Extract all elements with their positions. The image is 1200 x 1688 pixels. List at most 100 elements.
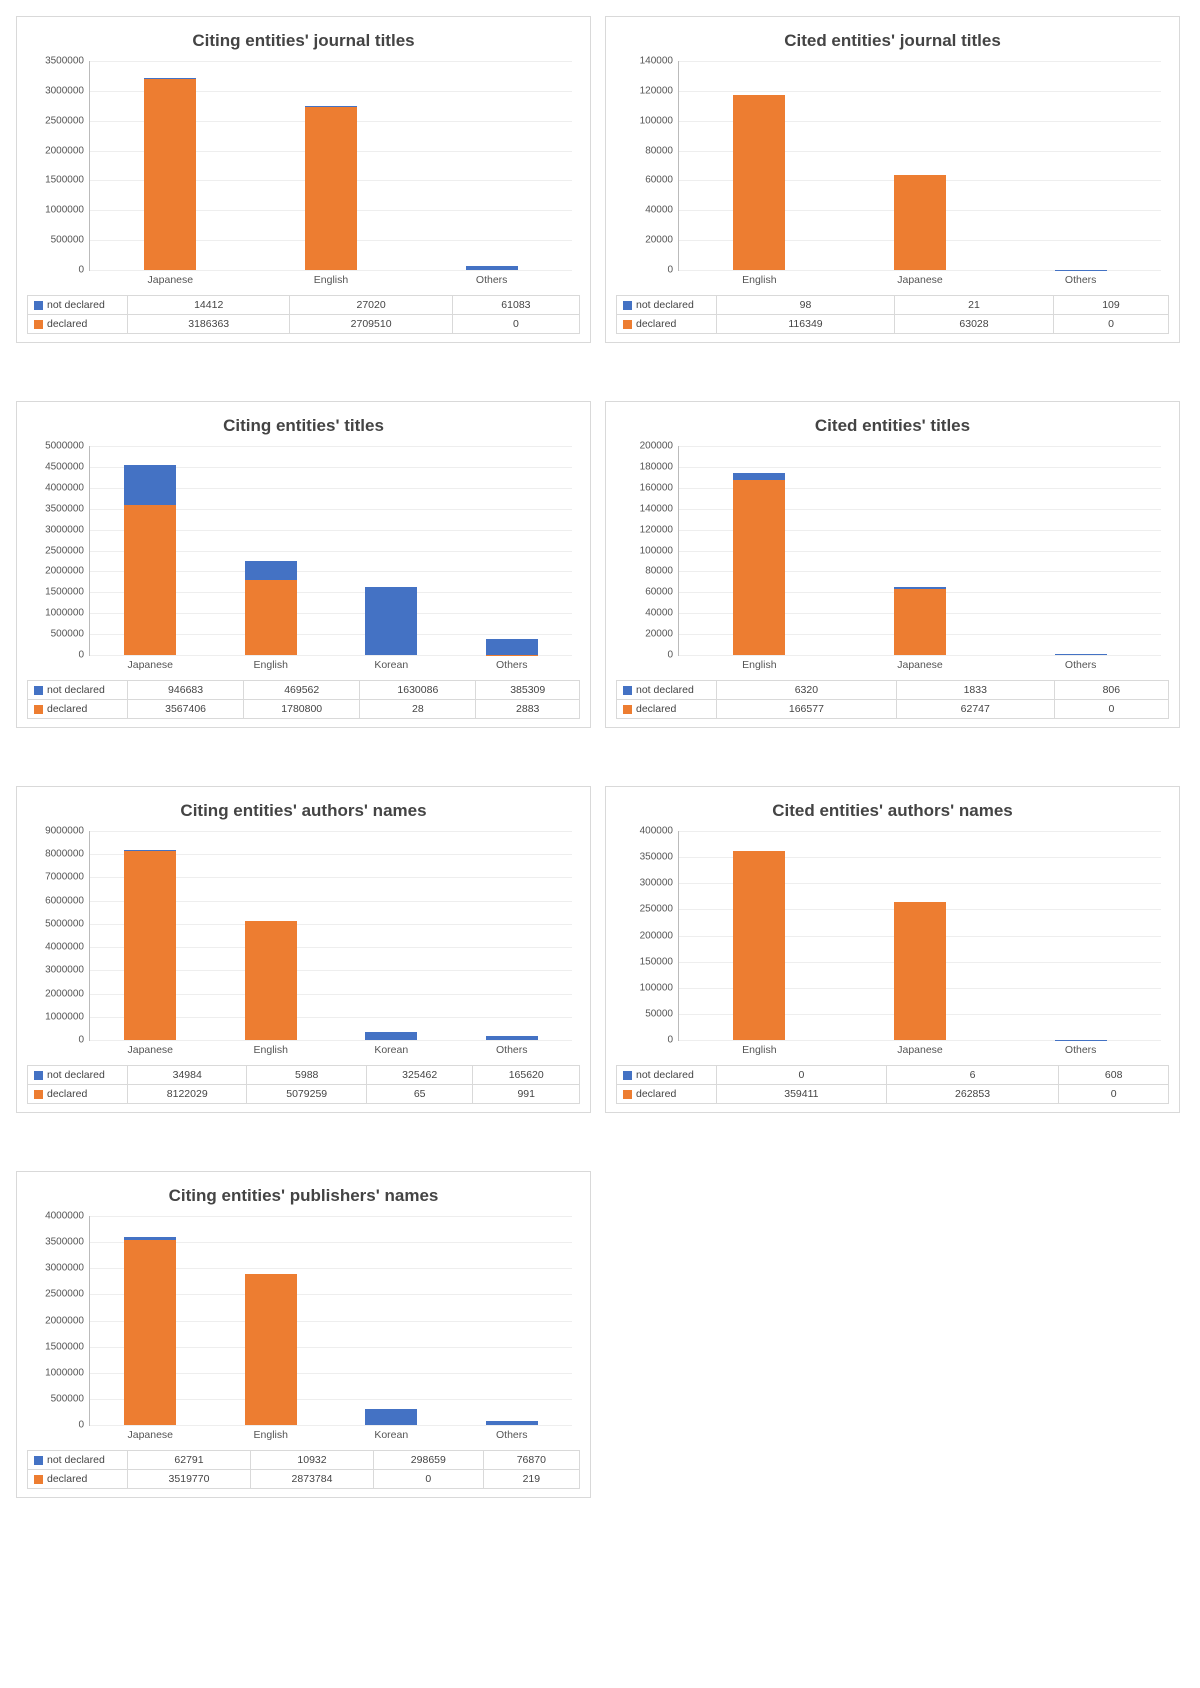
y-tick-label: 2500000 [45, 545, 90, 556]
bar-stack [124, 850, 176, 1040]
bar-cell: Japanese [90, 446, 211, 655]
bar-cell: Japanese [90, 831, 211, 1040]
series-label: not declared [636, 299, 694, 311]
bar-cell: Others [452, 831, 573, 1040]
category-label: Others [496, 655, 528, 671]
y-tick-label: 20000 [645, 629, 679, 640]
data-table: not declared9466834695621630086385309dec… [27, 680, 580, 719]
table-cell: 6320 [717, 681, 897, 700]
bar-stack [894, 902, 946, 1040]
table-cell: 219 [483, 1470, 579, 1489]
chart-panel-0: Citing entities' journal titles050000010… [16, 16, 591, 343]
y-tick-label: 2500000 [45, 115, 90, 126]
y-tick-label: 400000 [640, 826, 679, 837]
table-cell: 10932 [251, 1451, 374, 1470]
chart-title: Citing entities' titles [27, 416, 580, 436]
bars-container: JapaneseEnglishKoreanOthers [90, 1216, 572, 1425]
y-tick-label: 2000000 [45, 988, 90, 999]
y-tick-label: 200000 [640, 441, 679, 452]
series-label: declared [47, 703, 87, 715]
data-table: not declared144122702061083declared31863… [27, 295, 580, 334]
bar-cell: English [679, 831, 840, 1040]
bar-segment-not-declared [733, 473, 785, 480]
table-rowhead: not declared [28, 1066, 128, 1085]
y-tick-label: 20000 [645, 235, 679, 246]
bar-cell: Others [1000, 446, 1161, 655]
table-cell: 21 [895, 296, 1054, 315]
plot-area: 0100000020000003000000400000050000006000… [89, 831, 572, 1041]
table-cell: 1833 [896, 681, 1054, 700]
chart-title: Citing entities' authors' names [27, 801, 580, 821]
y-tick-label: 8000000 [45, 849, 90, 860]
bar-stack [365, 1409, 417, 1425]
bar-stack [365, 1032, 417, 1040]
table-row: not declared349845988325462165620 [28, 1066, 580, 1085]
table-cell: 298659 [374, 1451, 484, 1470]
table-cell: 806 [1054, 681, 1168, 700]
y-tick-label: 9000000 [45, 826, 90, 837]
y-tick-label: 60000 [645, 175, 679, 186]
legend-swatch-not-declared [34, 1456, 43, 1465]
y-tick-label: 7000000 [45, 872, 90, 883]
y-tick-label: 250000 [640, 904, 679, 915]
legend-swatch-declared [623, 320, 632, 329]
data-table: not declared9821109declared116349630280 [616, 295, 1169, 334]
table-cell: 5079259 [247, 1085, 366, 1104]
table-row: declared116349630280 [617, 315, 1169, 334]
y-tick-label: 3500000 [45, 503, 90, 514]
bars-container: JapaneseEnglishKoreanOthers [90, 446, 572, 655]
table-cell: 262853 [886, 1085, 1059, 1104]
table-rowhead: declared [28, 1470, 128, 1489]
series-label: declared [47, 318, 87, 330]
series-label: not declared [47, 684, 105, 696]
charts-grid: Citing entities' journal titles050000010… [16, 16, 1184, 1538]
bar-stack [733, 473, 785, 655]
category-label: English [314, 270, 348, 286]
bars-container: EnglishJapaneseOthers [679, 831, 1161, 1040]
table-cell: 3519770 [128, 1470, 251, 1489]
y-tick-label: 3000000 [45, 524, 90, 535]
bar-cell: English [251, 61, 412, 270]
table-rowhead: not declared [28, 1451, 128, 1470]
y-tick-label: 180000 [640, 461, 679, 472]
table-row: declared318636327095100 [28, 315, 580, 334]
bars-container: JapaneseEnglishOthers [90, 61, 572, 270]
bar-cell: English [211, 446, 332, 655]
bar-segment-declared [894, 589, 946, 655]
row-4: Citing entities' publishers' names050000… [16, 1171, 1184, 1498]
table-row: not declared06608 [617, 1066, 1169, 1085]
y-tick-label: 1000000 [45, 1011, 90, 1022]
table-cell: 0 [374, 1470, 484, 1489]
bar-segment-declared [894, 902, 946, 1040]
table-cell: 62791 [128, 1451, 251, 1470]
legend-swatch-not-declared [34, 686, 43, 695]
legend-swatch-not-declared [623, 686, 632, 695]
bar-segment-declared [733, 480, 785, 655]
y-tick-label: 140000 [640, 503, 679, 514]
series-label: not declared [47, 299, 105, 311]
table-row: declared166577627470 [617, 700, 1169, 719]
bar-stack [486, 639, 538, 655]
bar-segment-declared [124, 1240, 176, 1425]
bar-cell: Japanese [90, 61, 251, 270]
table-cell: 0 [1053, 315, 1168, 334]
table-rowhead: not declared [28, 681, 128, 700]
category-label: English [254, 1040, 288, 1056]
table-cell: 1780800 [244, 700, 360, 719]
y-tick-label: 3000000 [45, 965, 90, 976]
y-tick-label: 1500000 [45, 587, 90, 598]
legend-swatch-not-declared [623, 1071, 632, 1080]
bar-cell: English [679, 446, 840, 655]
table-rowhead: not declared [28, 296, 128, 315]
table-cell: 5988 [247, 1066, 366, 1085]
bar-cell: Japanese [840, 446, 1001, 655]
table-cell: 0 [452, 315, 579, 334]
y-tick-label: 5000000 [45, 918, 90, 929]
category-label: English [254, 1425, 288, 1441]
table-row: not declared627911093229865976870 [28, 1451, 580, 1470]
y-tick-label: 1500000 [45, 1341, 90, 1352]
category-label: Others [496, 1040, 528, 1056]
bar-stack [124, 1237, 176, 1425]
bar-segment-declared [124, 505, 176, 655]
table-cell: 3186363 [128, 315, 290, 334]
